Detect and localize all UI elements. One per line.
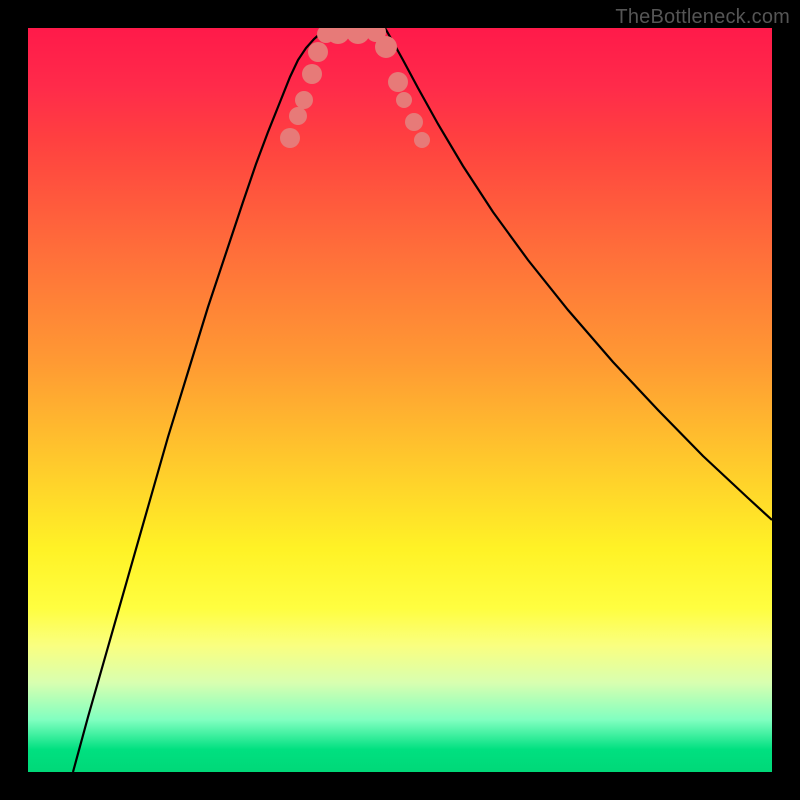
data-marker [396,92,412,108]
data-marker [280,128,300,148]
plot-background [28,28,772,772]
data-marker [414,132,430,148]
chart-svg [28,28,772,772]
data-marker [375,36,397,58]
data-marker [388,72,408,92]
data-marker [302,64,322,84]
data-marker [308,42,328,62]
watermark-text: TheBottleneck.com [615,6,790,29]
data-marker [405,113,423,131]
data-marker [295,91,313,109]
data-marker [289,107,307,125]
